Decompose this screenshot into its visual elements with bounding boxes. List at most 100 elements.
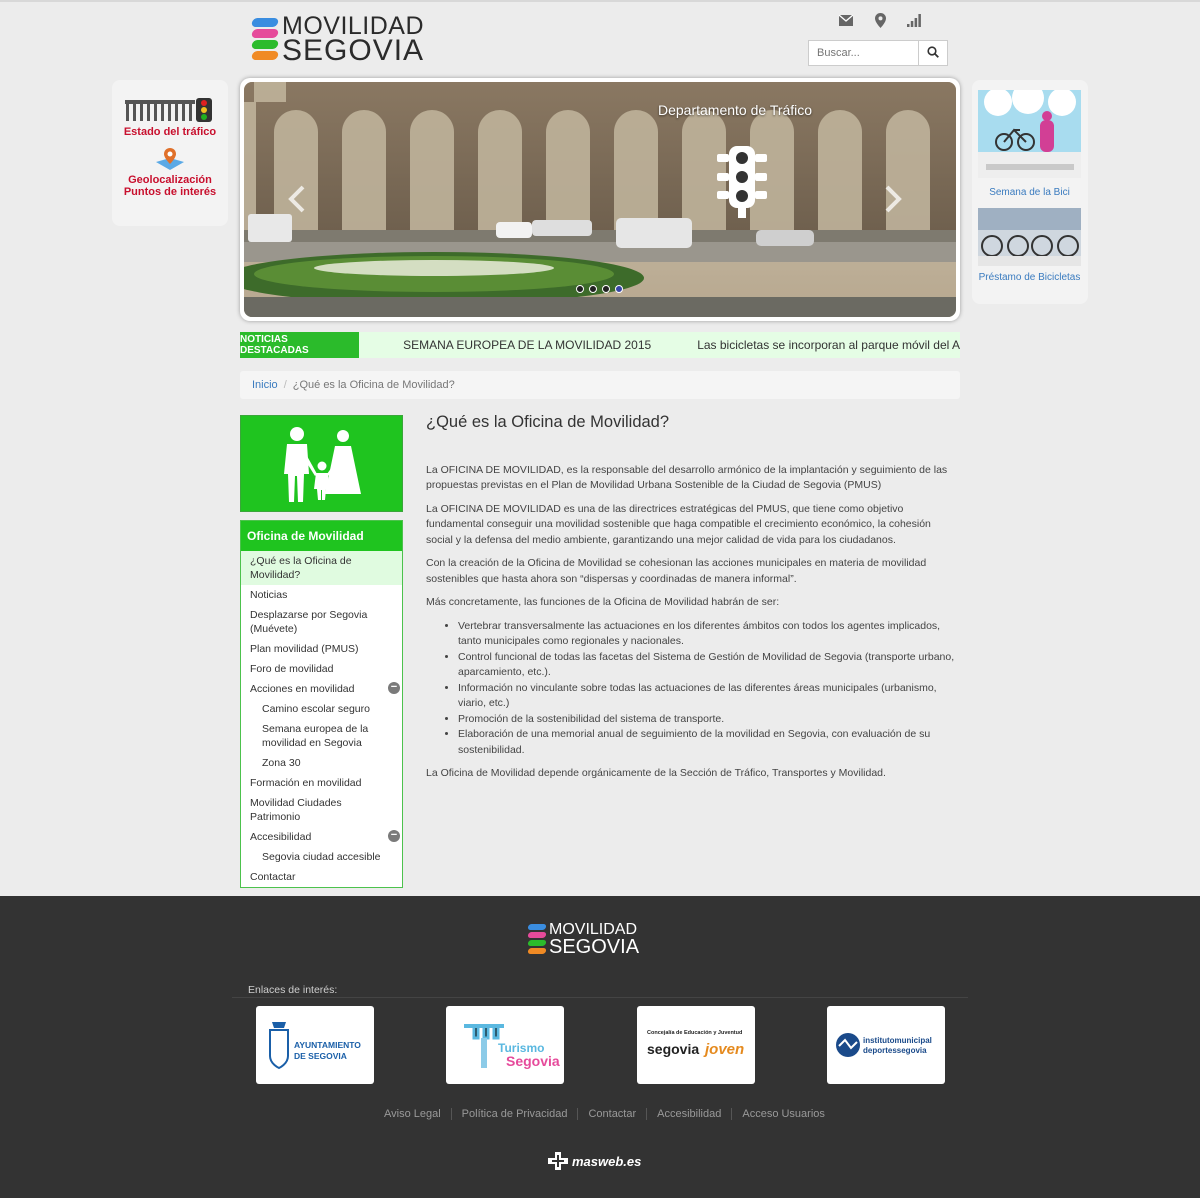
sidebar-item[interactable]: Desplazarse por Segovia (Muévete) <box>241 605 402 639</box>
masweb-label: masweb.es <box>572 1153 642 1169</box>
search-input[interactable] <box>808 40 918 66</box>
breadcrumb-current: ¿Qué es la Oficina de Movilidad? <box>292 379 455 391</box>
ayuntamiento-logo: AYUNTAMIENTO DE SEGOVIA <box>269 1022 361 1070</box>
links-title: Enlaces de interés: <box>248 984 338 996</box>
sidebar-item[interactable]: ¿Qué es la Oficina de Movilidad? <box>241 551 402 585</box>
sidebar-item[interactable]: Contactar <box>241 867 402 887</box>
footer-link-acceso-usuarios[interactable]: Acceso Usuarios <box>731 1108 835 1120</box>
sidebar-item-label: ¿Qué es la Oficina de Movilidad? <box>250 555 352 581</box>
ticker-item[interactable]: SEMANA EUROPEA DE LA MOVILIDAD 2015 <box>403 338 651 352</box>
geolocation-link[interactable]: Geolocalización Puntos de interés <box>112 148 228 198</box>
article-paragraph: Más concretamente, las funciones de la O… <box>426 596 780 608</box>
slide-title: Departamento de Tráfico <box>658 102 813 118</box>
bike-rental-banner <box>978 208 1081 266</box>
footer-link-aviso-legal[interactable]: Aviso Legal <box>374 1108 451 1120</box>
svg-text:deportessegovia: deportessegovia <box>863 1046 927 1055</box>
partner-ayuntamiento[interactable]: AYUNTAMIENTO DE SEGOVIA <box>256 1006 374 1084</box>
footer-logo-line2: SEGOVIA <box>549 936 640 958</box>
logo-bars <box>251 18 279 60</box>
bike-week-banner <box>978 90 1081 178</box>
site-footer: MOVILIDAD SEGOVIA Enlaces de interés: AY… <box>0 896 1200 1198</box>
sidebar-item[interactable]: Accesibilidad − <box>241 827 402 847</box>
article-paragraph: Con la creación de la Oficina de Movilid… <box>426 557 927 585</box>
right-quicklinks: Semana de la Bici Préstamo de Bicicletas <box>972 80 1088 304</box>
sidebar-subitem[interactable]: Semana europea de la movilidad en Segovi… <box>241 719 402 753</box>
sidebar-item-label: Noticias <box>250 589 288 601</box>
sidebar-item[interactable]: Formación en movilidad <box>241 773 402 793</box>
partner-deportes[interactable]: institutomunicipal deportessegovia <box>827 1006 945 1084</box>
turismo-logo: Turismo Segovia <box>464 1024 560 1069</box>
geolocation-label: Geolocalización Puntos de interés <box>123 174 217 198</box>
sidebar-item[interactable]: Plan movilidad (PMUS) <box>241 639 402 659</box>
partner-segovia-joven[interactable]: Concejalía de Educación y Juventud segov… <box>637 1006 755 1084</box>
svg-text:joven: joven <box>703 1041 744 1058</box>
list-item: Elaboración de una memorial anual de seg… <box>458 727 960 758</box>
bike-rental-label: Préstamo de Bicicletas <box>978 272 1081 283</box>
slider-dot[interactable] <box>602 285 610 293</box>
slider-dot[interactable] <box>589 285 597 293</box>
svg-text:segovia: segovia <box>647 1041 699 1057</box>
article-paragraph: La OFICINA DE MOVILIDAD, es la responsab… <box>426 463 948 492</box>
sidebar-item-label: Accesibilidad <box>250 831 312 843</box>
partner-turismo[interactable]: Turismo Segovia <box>446 1006 564 1084</box>
site-header: MOVILIDAD SEGOVIA <box>240 0 960 78</box>
slider-indicators <box>576 285 623 293</box>
svg-text:Concejalía de Educación y Juve: Concejalía de Educación y Juventud <box>647 1030 742 1036</box>
segovia-joven-logo: Concejalía de Educación y Juventud segov… <box>647 1030 744 1058</box>
list-item: Vertebrar transversalmente las actuacion… <box>458 619 960 650</box>
footer-logo[interactable]: MOVILIDAD SEGOVIA <box>527 922 640 958</box>
sidebar-subitem[interactable]: Segovia ciudad accesible <box>241 847 402 867</box>
list-item: Información no vinculante sobre todas la… <box>458 681 960 712</box>
sidebar: Oficina de Movilidad ¿Qué es la Oficina … <box>240 415 403 888</box>
sidebar-item[interactable]: Foro de movilidad <box>241 659 402 679</box>
list-item: Promoción de la sostenibilidad del siste… <box>458 712 960 728</box>
footer-nav: Aviso Legal Política de Privacidad Conta… <box>374 1108 835 1120</box>
sidebar-item[interactable]: Noticias <box>241 585 402 605</box>
traffic-status-link[interactable]: Estado del tráfico <box>112 98 228 138</box>
map-marker-icon[interactable] <box>872 12 888 28</box>
sidebar-item-label: Formación en movilidad <box>250 777 362 789</box>
hero-slider: Departamento de Tráfico <box>240 78 960 321</box>
logo-bars <box>527 924 547 954</box>
logo-line2: SEGOVIA <box>282 34 425 67</box>
search-button[interactable] <box>918 40 948 66</box>
breadcrumb: Inicio / ¿Qué es la Oficina de Movilidad… <box>240 371 960 399</box>
footer-link-privacidad[interactable]: Política de Privacidad <box>450 1108 578 1120</box>
slider-dot-active[interactable] <box>615 285 623 293</box>
page-title: ¿Qué es la Oficina de Movilidad? <box>426 413 670 431</box>
masweb-credit[interactable]: masweb.es <box>548 1152 641 1170</box>
bike-week-label: Semana de la Bici <box>989 187 1070 198</box>
slide-image: Departamento de Tráfico <box>244 82 956 317</box>
svg-text:institutomunicipal: institutomunicipal <box>863 1036 932 1045</box>
sidebar-item-label: Movilidad Ciudades Patrimonio <box>250 797 342 823</box>
svg-text:Segovia: Segovia <box>506 1053 560 1069</box>
slider-next-button[interactable] <box>884 185 902 221</box>
sidebar-item[interactable]: Movilidad Ciudades Patrimonio <box>241 793 402 827</box>
article-paragraph: La OFICINA DE MOVILIDAD es una de las di… <box>426 502 931 546</box>
bike-rental-link[interactable]: Préstamo de Bicicletas <box>978 208 1081 283</box>
slider-prev-button[interactable] <box>288 185 306 221</box>
sidebar-item[interactable]: Acciones en movilidad − <box>241 679 402 699</box>
sidebar-subitem[interactable]: Zona 30 <box>241 753 402 773</box>
bike-week-link[interactable]: Semana de la Bici <box>978 90 1081 198</box>
traffic-aqueduct-icon <box>125 98 215 122</box>
search-form <box>808 40 948 66</box>
signal-bars-icon[interactable] <box>906 12 922 28</box>
collapse-toggle-icon[interactable]: − <box>388 682 400 694</box>
site-logo[interactable]: MOVILIDAD SEGOVIA <box>251 14 425 67</box>
list-item: Control funcional de todas las facetas d… <box>458 650 960 681</box>
footer-link-contactar[interactable]: Contactar <box>577 1108 646 1120</box>
sidebar-subitem[interactable]: Camino escolar seguro <box>241 699 402 719</box>
sidebar-item-label: Semana europea de la movilidad en Segovi… <box>262 723 369 749</box>
aqueduct-photo <box>244 82 956 317</box>
collapse-toggle-icon[interactable]: − <box>388 830 400 842</box>
slider-dot[interactable] <box>576 285 584 293</box>
footer-link-accesibilidad[interactable]: Accesibilidad <box>646 1108 731 1120</box>
sidebar-item-label: Zona 30 <box>262 757 301 769</box>
sidebar-item-label: Segovia ciudad accesible <box>262 851 381 863</box>
geolocation-map-icon <box>154 148 186 172</box>
envelope-icon[interactable] <box>838 12 854 28</box>
ticker-item[interactable]: Las bicicletas se incorporan al parque m… <box>697 338 960 352</box>
breadcrumb-home-link[interactable]: Inicio <box>252 379 278 391</box>
main-content: ¿Qué es la Oficina de Movilidad? La OFIC… <box>426 413 960 790</box>
